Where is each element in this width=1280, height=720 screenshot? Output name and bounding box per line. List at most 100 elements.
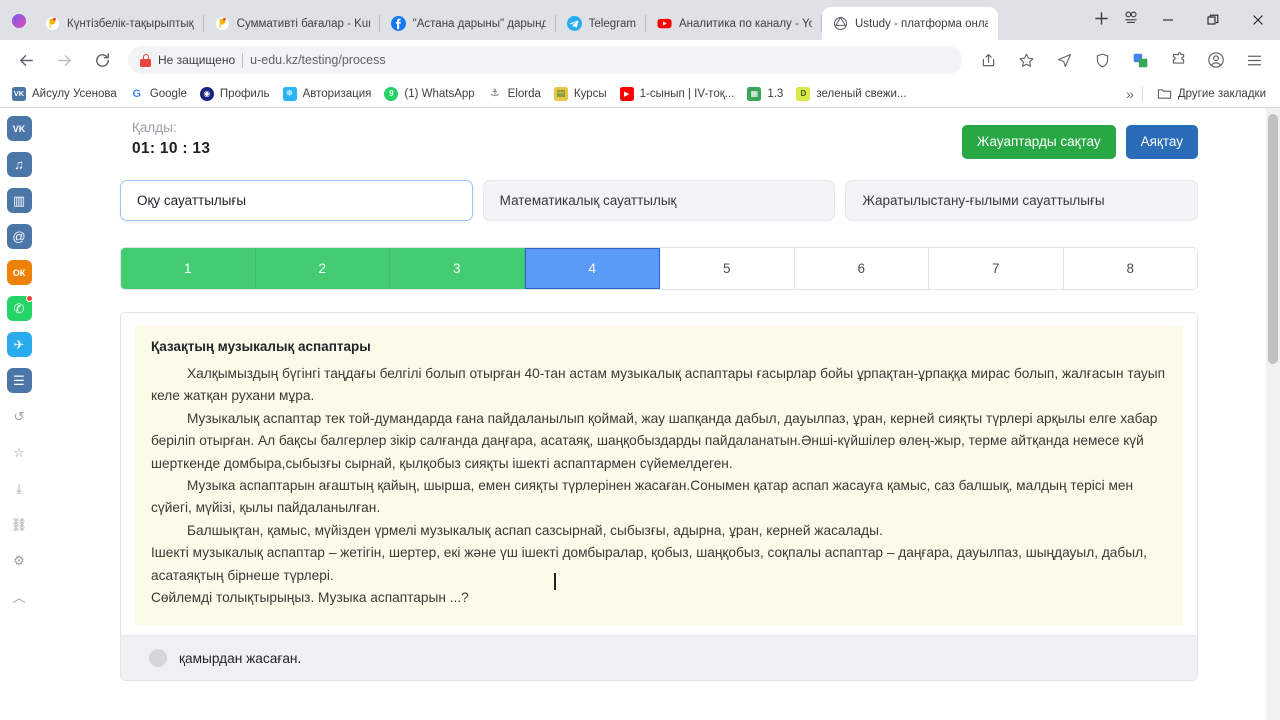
- bookmark-star-icon[interactable]: ☆: [7, 440, 32, 465]
- browser-tab-3[interactable]: "Астана дарыны" дарынд: [380, 7, 556, 40]
- bookmark-label: Elorda: [507, 87, 541, 100]
- vk-icon[interactable]: VK: [6, 116, 32, 141]
- text-cursor-icon: [554, 573, 556, 590]
- history-icon[interactable]: ↺: [7, 404, 32, 429]
- social-sidebar-rail: VK ♫ ▥ @ ОК ✆ ✈ ☰ ↺ ☆ ⤓ ⛓ ⚙ ︿: [0, 108, 38, 720]
- profile-avatar-icon[interactable]: [12, 14, 26, 28]
- vk-icon: VK: [12, 86, 26, 101]
- subject-tab-reading-literacy[interactable]: Оқу сауаттылығы: [120, 180, 473, 221]
- bookmark-item-8[interactable]: ▦ 1.3: [741, 84, 789, 104]
- chrome-menu-button[interactable]: [1239, 45, 1269, 75]
- minimize-icon: [1162, 19, 1173, 21]
- bookmarks-overflow-area: » Другие закладки: [1126, 83, 1274, 104]
- subject-tab-math-literacy[interactable]: Математикалық сауаттылық: [482, 180, 836, 221]
- question-button-1[interactable]: 1: [121, 248, 256, 289]
- music-icon[interactable]: ♫: [6, 152, 32, 177]
- youtube-icon: ▶: [619, 86, 634, 101]
- question-button-8[interactable]: 8: [1063, 248, 1197, 289]
- subject-tab-science-literacy[interactable]: Жаратылыстану-ғылыми сауаттылығы: [845, 180, 1199, 221]
- bookmark-item-3[interactable]: ✵ Авторизация: [277, 84, 378, 104]
- scrollbar-thumb[interactable]: [1268, 114, 1278, 364]
- passage-paragraph-1: Халқымыздың бүгінгі таңдағы белгілі болы…: [151, 366, 1166, 404]
- send-to-device-button[interactable]: [1049, 45, 1079, 75]
- bookmark-item-6[interactable]: ▤ Курсы: [548, 84, 613, 104]
- bookmark-star-button[interactable]: [1011, 45, 1041, 75]
- browser-tab-4[interactable]: Telegram: [556, 7, 646, 40]
- bookmark-item-5[interactable]: ⚓ Elorda: [482, 84, 547, 104]
- bookmarks-divider: [1141, 85, 1143, 102]
- question-button-4[interactable]: 4: [524, 248, 660, 289]
- settings-gear-icon[interactable]: ⚙: [7, 548, 32, 573]
- whatsapp-icon[interactable]: ✆: [6, 295, 33, 321]
- elorda-icon: ⚓: [487, 86, 502, 101]
- question-button-7[interactable]: 7: [929, 248, 1064, 289]
- address-bar[interactable]: Не защищено u-edu.kz/testing/process: [128, 46, 962, 74]
- stats-icon[interactable]: ▥: [6, 188, 32, 213]
- bookmarks-bar: VK Айсулу Усенова G Google ◉ Профиль ✵ Автор…: [0, 80, 1280, 108]
- new-tab-button[interactable]: [1087, 4, 1115, 32]
- question-prompt: Сөйлемді толықтырыңыз. Музыка аспаптарын…: [151, 590, 469, 606]
- question-button-5[interactable]: 5: [660, 248, 795, 289]
- question-button-3[interactable]: 3: [390, 248, 525, 289]
- bookmark-item-7[interactable]: ▶ 1-сынып | IV-тоқ...: [614, 84, 741, 104]
- odnoklassniki-icon[interactable]: ОК: [6, 260, 32, 285]
- subject-tabs: Оқу сауаттылығы Математикалық сауаттылық…: [120, 180, 1199, 221]
- passage-paragraph-2: Музыкалық аспаптар тек той-думандарда ға…: [151, 410, 1158, 471]
- question-button-6[interactable]: 6: [794, 248, 929, 289]
- notification-badge: [25, 295, 33, 302]
- feed-icon[interactable]: ☰: [6, 368, 32, 393]
- paper-plane-icon: [1057, 53, 1071, 67]
- window-controls: [1145, 0, 1280, 40]
- answer-option-1-label: қамырдан жасаған.: [179, 650, 302, 666]
- bookmark-item-2[interactable]: ◉ Профиль: [194, 84, 276, 104]
- minimize-button[interactable]: [1145, 4, 1190, 36]
- share-button[interactable]: [973, 45, 1003, 75]
- translate-icon: [1133, 53, 1147, 67]
- close-icon: [1252, 15, 1263, 25]
- other-bookmarks-button[interactable]: Другие закладки: [1151, 83, 1272, 104]
- download-icon[interactable]: ⤓: [7, 476, 32, 501]
- passage-paragraph-4: Балшықтан, қамыс, мүйізден үрмелі музыка…: [187, 522, 883, 538]
- tab-group-icon: [1125, 11, 1137, 24]
- auth-icon: ✵: [282, 86, 297, 101]
- passage-title: Қазақтың музыкалық аспаптары: [151, 339, 371, 354]
- link-icon[interactable]: ⛓: [7, 512, 32, 537]
- bookmark-item-4[interactable]: 9 (1) WhatsApp: [378, 84, 480, 104]
- translate-button[interactable]: [1125, 45, 1155, 75]
- browser-tab-4-label: Telegram: [588, 17, 636, 30]
- browser-tab-strip: Күнтізбелік-тақырыптық Суммативті бағала…: [0, 0, 1280, 40]
- save-answers-button[interactable]: Жауаптарды сақтау: [961, 125, 1116, 159]
- back-button[interactable]: [11, 45, 41, 75]
- question-button-2[interactable]: 2: [255, 248, 390, 289]
- profile-button[interactable]: [1201, 45, 1231, 75]
- telegram-icon[interactable]: ✈: [6, 332, 32, 357]
- puzzle-icon: [1172, 51, 1184, 64]
- arrow-left-icon: [19, 54, 33, 66]
- close-button[interactable]: [1235, 4, 1280, 36]
- page-scrollbar[interactable]: [1266, 108, 1280, 720]
- browser-tab-5[interactable]: Аналитика по каналу - Yo: [646, 7, 822, 40]
- bookmark-label: Google: [149, 87, 187, 100]
- browser-tab-6-active[interactable]: Ustudy - платформа онла: [821, 7, 998, 40]
- maximize-button[interactable]: [1190, 4, 1235, 36]
- reload-button[interactable]: [87, 45, 117, 75]
- bookmark-item-9[interactable]: Dзеленый свежи...: [790, 84, 912, 104]
- browser-tab-2[interactable]: Суммативті бағалар - Kun: [204, 7, 380, 40]
- answer-option-1[interactable]: қамырдан жасаған.: [121, 635, 1197, 681]
- bookmark-item-1[interactable]: G Google: [124, 84, 193, 104]
- collapse-up-icon[interactable]: ︿: [7, 584, 32, 609]
- bookmarks-overflow-button[interactable]: »: [1126, 86, 1134, 102]
- passage-paragraph-3: Музыка аспаптарын ағаштың қайың, шырша, …: [151, 478, 1134, 516]
- radio-button-icon[interactable]: [149, 649, 167, 668]
- bookmark-item-0[interactable]: VK Айсулу Усенова: [6, 84, 123, 104]
- security-status-label: Не защищено: [158, 53, 236, 67]
- question-number-nav: 1 2 3 4 5 6 7 8: [120, 247, 1198, 290]
- forward-button[interactable]: [49, 45, 79, 75]
- tab-search-button[interactable]: [1117, 4, 1145, 32]
- bookmark-label: 1.3: [767, 87, 784, 100]
- shield-button[interactable]: [1087, 45, 1117, 75]
- finish-test-button[interactable]: Аяқтау: [1125, 125, 1198, 159]
- mail-icon[interactable]: @: [6, 224, 32, 249]
- extensions-button[interactable]: [1163, 45, 1193, 75]
- browser-tab-1[interactable]: Күнтізбелік-тақырыптық: [34, 7, 204, 40]
